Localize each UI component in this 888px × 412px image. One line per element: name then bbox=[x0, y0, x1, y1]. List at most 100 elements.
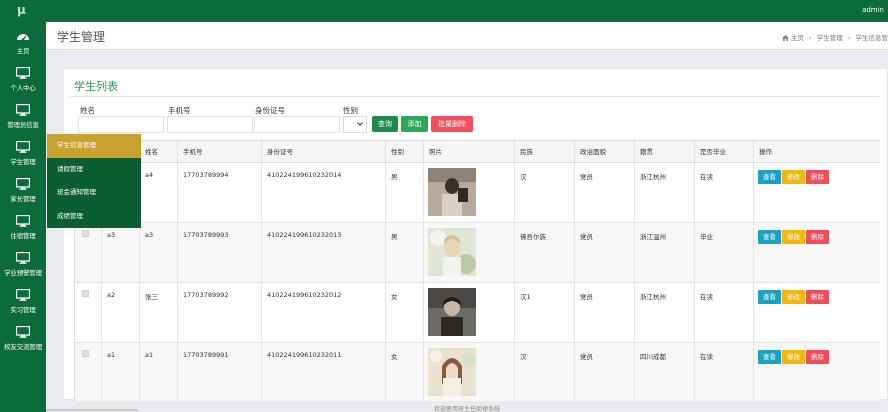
name-filter-input[interactable] bbox=[78, 116, 164, 133]
cell-ethnicity: 汉1 bbox=[515, 283, 575, 342]
cell-phone: 17703789994 bbox=[178, 163, 262, 222]
student-photo[interactable] bbox=[428, 348, 476, 396]
sidebar-item-home[interactable]: 主页 bbox=[0, 26, 46, 62]
sidebar-item-students[interactable]: 学生管理 bbox=[0, 137, 46, 173]
submenu-item-student-info[interactable]: 学生信息管理 bbox=[47, 134, 141, 158]
view-button[interactable]: 查看 bbox=[758, 350, 781, 364]
sidebar-item-warning[interactable]: 学业预警管理 bbox=[0, 248, 46, 284]
top-bar: μ admin bbox=[0, 0, 888, 22]
horizontal-scrollbar[interactable] bbox=[46, 409, 138, 411]
cell-phone: 17703789991 bbox=[178, 343, 262, 401]
cell-ethnicity: 汉 bbox=[515, 343, 575, 401]
cell-political: 党员 bbox=[575, 283, 635, 342]
cell-hometown: 浙江杭州 bbox=[635, 163, 695, 222]
row-checkbox[interactable] bbox=[82, 290, 89, 297]
view-button[interactable]: 查看 bbox=[758, 230, 781, 244]
cell-name: 张三 bbox=[140, 283, 178, 342]
batch-delete-button[interactable]: 批量删除 bbox=[431, 116, 473, 132]
delete-button[interactable]: 删除 bbox=[806, 170, 829, 184]
app-logo[interactable]: μ bbox=[17, 3, 26, 17]
sidebar-item-label: 个人中心 bbox=[10, 84, 36, 92]
edit-button[interactable]: 修改 bbox=[782, 170, 805, 184]
user-menu[interactable]: admin bbox=[862, 6, 884, 14]
name-filter-label: 姓名 bbox=[80, 106, 95, 115]
dashboard-icon bbox=[17, 34, 29, 41]
edit-button[interactable]: 修改 bbox=[782, 350, 805, 364]
submenu-item-grades[interactable]: 成绩管理 bbox=[47, 205, 141, 229]
gender-filter-select[interactable] bbox=[343, 116, 367, 133]
page-title: 学生管理 bbox=[57, 30, 106, 44]
page-header: 学生管理 主页 › 学生管理 › 学生信息管 bbox=[46, 22, 888, 50]
phone-filter-label: 手机号 bbox=[168, 106, 191, 115]
submenu-item-leave[interactable]: 请假管理 bbox=[47, 158, 141, 182]
header-name: 姓名 bbox=[140, 141, 178, 162]
cell-political: 党员 bbox=[575, 163, 635, 222]
cell-account: a2 bbox=[102, 283, 140, 342]
search-button[interactable]: 查询 bbox=[372, 116, 398, 132]
view-button[interactable]: 查看 bbox=[758, 290, 781, 304]
breadcrumb: 主页 › 学生管理 › 学生信息管 bbox=[781, 32, 888, 42]
sidebar-item-label: 学业预警管理 bbox=[4, 269, 42, 277]
sidebar-item-label: 学生管理 bbox=[10, 158, 36, 166]
sidebar-item-dorm[interactable]: 住宿管理 bbox=[0, 211, 46, 247]
delete-button[interactable]: 删除 bbox=[806, 350, 829, 364]
edit-button[interactable]: 修改 bbox=[782, 290, 805, 304]
row-checkbox[interactable] bbox=[82, 230, 89, 237]
view-button[interactable]: 查看 bbox=[758, 170, 781, 184]
breadcrumb-current: 学生信息管 bbox=[855, 34, 888, 42]
idcard-filter-label: 身份证号 bbox=[255, 106, 285, 115]
monitor-icon bbox=[16, 289, 30, 301]
edit-button[interactable]: 修改 bbox=[782, 230, 805, 244]
idcard-filter-input[interactable] bbox=[254, 116, 340, 133]
breadcrumb-students[interactable]: 学生管理 bbox=[817, 34, 843, 42]
sidebar-item-internship[interactable]: 实习管理 bbox=[0, 285, 46, 321]
monitor-icon bbox=[16, 104, 30, 116]
cell-ethnicity: 佛吾尔族 bbox=[515, 223, 575, 282]
cell-gender: 女 bbox=[386, 283, 424, 342]
sidebar-item-label: 家长管理 bbox=[10, 195, 36, 203]
submenu-item-meeting-notice[interactable]: 班会通知管理 bbox=[47, 181, 141, 205]
row-checkbox[interactable] bbox=[82, 350, 89, 357]
cell-idcard: 410224199610232012 bbox=[262, 283, 386, 342]
student-photo[interactable] bbox=[428, 228, 476, 276]
sidebar-item-label: 校友交流管理 bbox=[4, 343, 42, 351]
sidebar-item-parents[interactable]: 家长管理 bbox=[0, 174, 46, 210]
sidebar-item-profile[interactable]: 个人中心 bbox=[0, 63, 46, 99]
phone-filter-input[interactable] bbox=[167, 116, 253, 133]
home-icon bbox=[781, 35, 789, 41]
sidebar: 主页 个人中心 管理员信息 学生管理 家长管理 住宿管理 学业预警管理 实习管理… bbox=[0, 22, 46, 412]
header-hometown: 籍贯 bbox=[635, 141, 695, 162]
delete-button[interactable]: 删除 bbox=[806, 230, 829, 244]
cell-phone: 17703789992 bbox=[178, 283, 262, 342]
breadcrumb-home[interactable]: 主页 bbox=[791, 34, 804, 42]
sidebar-item-admin[interactable]: 管理员信息 bbox=[0, 100, 46, 136]
cell-gender: 男 bbox=[386, 223, 424, 282]
monitor-icon bbox=[16, 252, 30, 264]
header-idcard: 身份证号 bbox=[262, 141, 386, 162]
monitor-icon bbox=[16, 326, 30, 338]
cell-graduated: 在读 bbox=[695, 163, 754, 222]
sidebar-item-alumni[interactable]: 校友交流管理 bbox=[0, 322, 46, 358]
monitor-icon bbox=[16, 141, 30, 153]
cell-account: a3 bbox=[102, 223, 140, 282]
sidebar-item-label: 管理员信息 bbox=[7, 121, 39, 129]
sidebar-item-label: 主页 bbox=[16, 47, 30, 55]
add-button[interactable]: 添加 bbox=[401, 116, 428, 132]
cell-political: 党员 bbox=[575, 343, 635, 401]
student-photo[interactable] bbox=[428, 168, 476, 216]
student-table: 姓名 手机号 身份证号 性别 照片 民族 政治面貌 籍贯 是否毕业 操作 a4 … bbox=[74, 140, 880, 401]
cell-graduated: 毕业 bbox=[695, 223, 754, 282]
table-row: a3 a3 17703789993 410224199610232013 男 佛… bbox=[75, 223, 880, 283]
cell-political: 党员 bbox=[575, 223, 635, 282]
delete-button[interactable]: 删除 bbox=[806, 290, 829, 304]
cell-hometown: 浙江杭州 bbox=[635, 283, 695, 342]
divider bbox=[70, 96, 879, 97]
table-row: a4 a4 17703789994 410224199610232014 男 汉… bbox=[75, 163, 880, 223]
header-gender: 性别 bbox=[386, 141, 424, 162]
cell-name: a4 bbox=[140, 163, 178, 222]
monitor-icon bbox=[16, 67, 30, 79]
student-photo[interactable] bbox=[428, 288, 476, 336]
cell-idcard: 410224199610232014 bbox=[262, 163, 386, 222]
header-graduated: 是否毕业 bbox=[695, 141, 754, 162]
students-submenu: 学生信息管理 请假管理 班会通知管理 成绩管理 bbox=[47, 134, 141, 228]
